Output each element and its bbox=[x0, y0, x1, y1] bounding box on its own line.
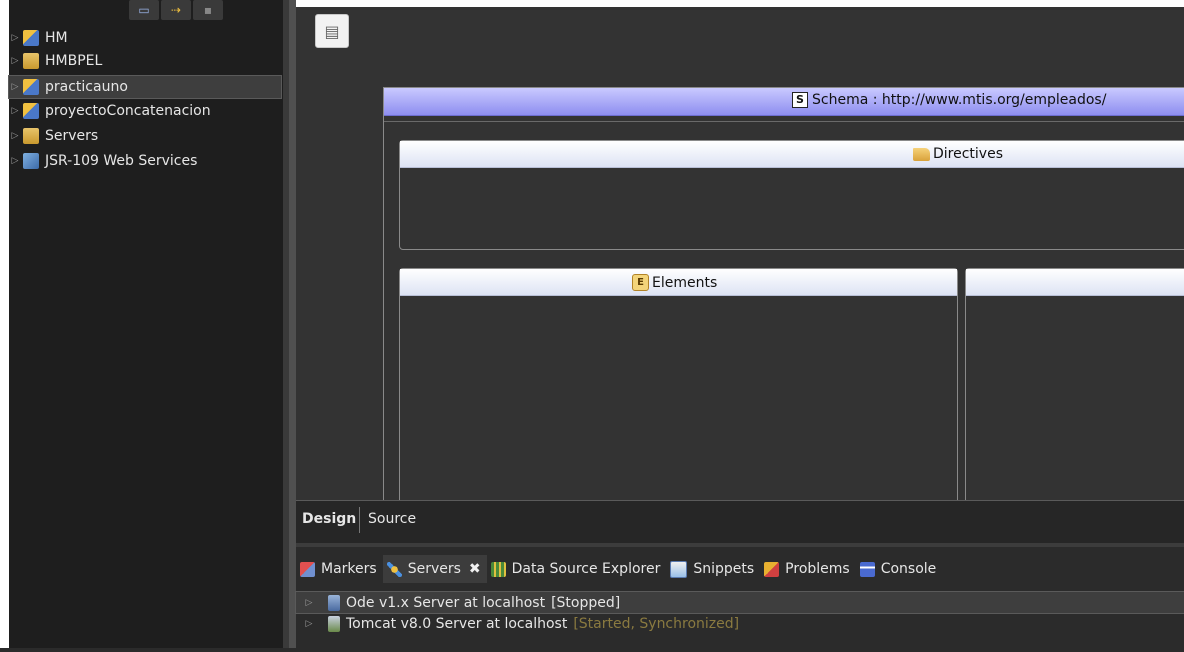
tree-item-label: JSR-109 Web Services bbox=[45, 153, 198, 169]
directives-header[interactable]: Directives bbox=[400, 141, 1184, 168]
link-with-editor-icon[interactable]: ⇢ bbox=[161, 0, 191, 20]
tab-markers[interactable]: Markers bbox=[296, 555, 383, 583]
element-icon: E bbox=[632, 274, 649, 291]
problems-icon bbox=[764, 561, 780, 577]
close-icon[interactable]: ✖ bbox=[469, 561, 481, 577]
layout-toggle-icon[interactable]: ▤ bbox=[315, 14, 349, 48]
schema-divider bbox=[384, 121, 1184, 122]
server-state: [Started, Synchronized] bbox=[573, 615, 740, 632]
tab-label: Snippets bbox=[693, 561, 755, 577]
schema-box: S Schema : http://www.mtis.org/empleados… bbox=[383, 87, 1184, 510]
expand-arrow-icon[interactable]: ▷ bbox=[7, 156, 23, 166]
tree-item-label: HM bbox=[45, 30, 68, 46]
expand-arrow-icon[interactable]: ▷ bbox=[300, 598, 318, 608]
view-menu-icon[interactable]: ▪ bbox=[193, 0, 223, 20]
tree-item-practicauno[interactable]: ▷ practicauno bbox=[7, 75, 282, 99]
tree-item-servers[interactable]: ▷ Servers bbox=[9, 125, 281, 147]
server-name: Ode v1.x Server at localhost bbox=[346, 594, 546, 611]
servers-icon bbox=[386, 561, 402, 577]
schema-header[interactable]: S Schema : http://www.mtis.org/empleados… bbox=[384, 88, 1184, 116]
server-row[interactable]: ▷ Ode v1.x Server at localhost [Stopped] bbox=[295, 591, 1184, 614]
expand-arrow-icon[interactable]: ▷ bbox=[7, 131, 23, 141]
tab-design[interactable]: Design bbox=[302, 511, 356, 527]
tab-label: Data Source Explorer bbox=[511, 561, 661, 577]
tab-console[interactable]: Console bbox=[856, 555, 943, 583]
folder-open-icon bbox=[913, 147, 930, 161]
web-project-icon bbox=[23, 79, 39, 95]
web-services-icon bbox=[23, 153, 39, 169]
collapse-all-icon[interactable]: ▭ bbox=[129, 0, 159, 20]
folder-icon bbox=[23, 128, 39, 144]
schema-title: S Schema : http://www.mtis.org/empleados… bbox=[792, 92, 1106, 108]
tab-label: Problems bbox=[785, 561, 850, 577]
expand-arrow-icon[interactable]: ▷ bbox=[7, 106, 23, 116]
panel-sash-border bbox=[289, 0, 296, 648]
tab-source[interactable]: Source bbox=[368, 511, 416, 527]
directives-title: Directives bbox=[913, 146, 1003, 162]
bottom-panel: Markers Servers ✖ Data Source Explorer S… bbox=[295, 543, 1184, 652]
tab-problems[interactable]: Problems bbox=[760, 555, 856, 583]
directives-section[interactable]: Directives bbox=[399, 140, 1184, 250]
left-edge-strip bbox=[0, 0, 9, 648]
tab-snippets[interactable]: Snippets bbox=[666, 555, 760, 583]
expand-arrow-icon[interactable]: ▷ bbox=[7, 33, 23, 43]
console-icon bbox=[859, 561, 875, 577]
tab-divider bbox=[359, 507, 360, 533]
tree-item-label: proyectoConcatenacion bbox=[45, 103, 211, 119]
tree-item-jsr109-web-services[interactable]: ▷ JSR-109 Web Services bbox=[9, 150, 281, 172]
tab-label: Console bbox=[880, 561, 937, 577]
web-project-icon bbox=[23, 30, 39, 46]
expand-arrow-icon[interactable]: ▷ bbox=[7, 82, 23, 92]
elements-section[interactable]: E Elements bbox=[399, 268, 958, 510]
view-tabs: Markers Servers ✖ Data Source Explorer S… bbox=[296, 555, 1184, 583]
server-state: [Stopped] bbox=[551, 594, 621, 611]
editor-top-border bbox=[296, 0, 1184, 7]
editor-page-tabs: Design Source bbox=[296, 500, 1184, 544]
server-list: ▷ Ode v1.x Server at localhost [Stopped]… bbox=[295, 591, 1184, 634]
web-project-icon bbox=[23, 103, 39, 119]
tree-item-label: Servers bbox=[45, 128, 99, 144]
server-name: Tomcat v8.0 Server at localhost bbox=[346, 615, 568, 632]
ode-server-icon bbox=[328, 594, 340, 611]
tree-item-proyectoconcatenacion[interactable]: ▷ proyectoConcatenacion bbox=[9, 100, 281, 122]
snippets-icon bbox=[670, 560, 688, 578]
tree-item-hm[interactable]: ▷ HM bbox=[9, 27, 281, 49]
tab-servers[interactable]: Servers ✖ bbox=[382, 555, 487, 583]
elements-title: E Elements bbox=[632, 274, 717, 291]
data-source-explorer-icon bbox=[490, 561, 506, 577]
types-header[interactable] bbox=[966, 269, 1184, 296]
types-section[interactable] bbox=[965, 268, 1184, 510]
schema-label: Schema : http://www.mtis.org/empleados/ bbox=[812, 92, 1107, 108]
tab-data-source-explorer[interactable]: Data Source Explorer bbox=[487, 555, 667, 583]
tree-item-label: HMBPEL bbox=[45, 53, 103, 69]
project-explorer: ▭ ⇢ ▪ ▷ HM ▷ HMBPEL ▷ practicauno ▷ proy… bbox=[7, 0, 283, 648]
expand-arrow-icon[interactable]: ▷ bbox=[7, 56, 23, 66]
directives-label: Directives bbox=[933, 146, 1003, 162]
explorer-toolbar: ▭ ⇢ ▪ bbox=[129, 0, 279, 22]
tree-item-label: practicauno bbox=[45, 79, 128, 95]
elements-header[interactable]: E Elements bbox=[400, 269, 957, 296]
markers-icon bbox=[300, 561, 315, 577]
schema-icon: S bbox=[792, 92, 808, 108]
tomcat-server-icon bbox=[328, 615, 340, 632]
tab-label: Markers bbox=[321, 561, 377, 577]
elements-label: Elements bbox=[652, 274, 718, 291]
expand-arrow-icon[interactable]: ▷ bbox=[300, 619, 318, 629]
server-row[interactable]: ▷ Tomcat v8.0 Server at localhost [Start… bbox=[296, 613, 1184, 634]
tree-item-hmbpel[interactable]: ▷ HMBPEL bbox=[9, 50, 281, 72]
tab-label: Servers bbox=[407, 561, 461, 577]
bpel-project-icon bbox=[23, 53, 39, 69]
